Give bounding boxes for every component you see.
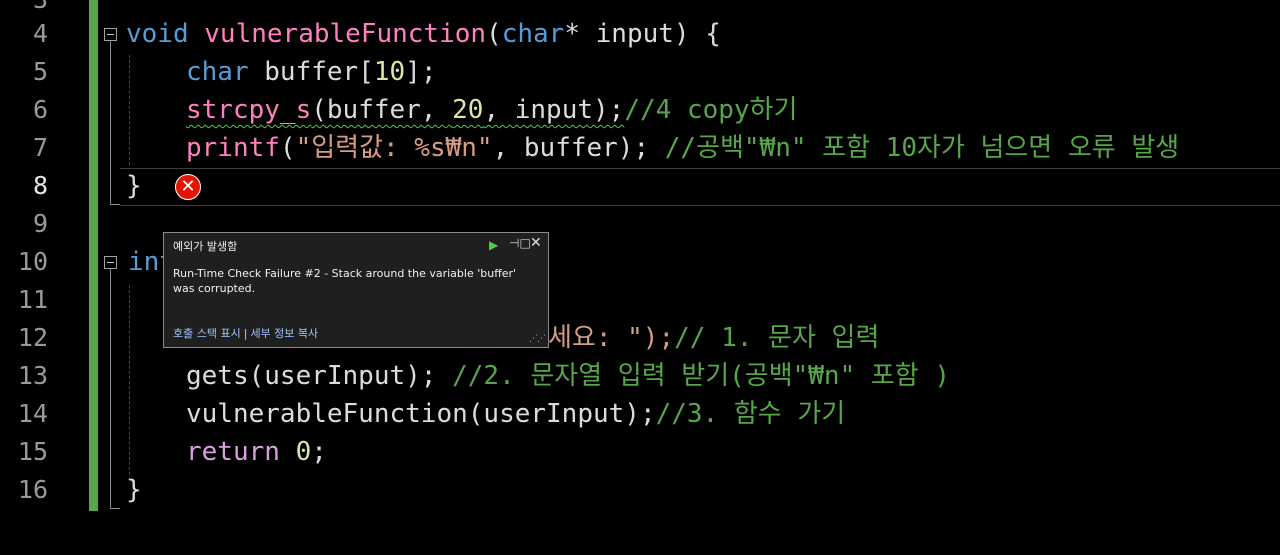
- code-line-6: strcpy_s(buffer, 20, input);//4 copy하기: [186, 91, 797, 129]
- code-line-8: }: [126, 167, 142, 205]
- resize-grip-icon[interactable]: ⋰⋰: [529, 334, 546, 344]
- line-number: 14: [17, 399, 48, 428]
- comment: //4 copy하기: [624, 95, 798, 125]
- fold-line: [110, 269, 111, 509]
- code-line-4: void vulnerableFunction(char* input) {: [126, 15, 721, 53]
- exception-title: 예외가 발생함: [173, 240, 238, 253]
- line-number: 9: [32, 209, 48, 238]
- type: char: [186, 57, 249, 87]
- line-number: 5: [32, 57, 48, 86]
- code-text: , buffer);: [492, 133, 665, 163]
- code-line-7: printf("입력값: %s₩n", buffer); //공백"₩n" 포함…: [186, 129, 1179, 167]
- param: input: [579, 19, 674, 49]
- code-line-15: return 0;: [186, 433, 327, 471]
- string-literal: "입력값: %s₩n": [295, 133, 493, 163]
- code-text: vulnerableFunction(userInput);: [186, 399, 656, 429]
- line-number: 7: [32, 133, 48, 162]
- code-line-16: }: [126, 471, 142, 509]
- closing-brace: }: [126, 475, 142, 505]
- number: 0: [295, 437, 312, 467]
- code-text: ;: [311, 437, 327, 467]
- string-literal: 세요: ");: [548, 323, 675, 353]
- indent-guide: [129, 55, 130, 165]
- punct: ) {: [673, 19, 721, 49]
- line-number: 12: [17, 323, 48, 352]
- function-name: vulnerableFunction: [204, 19, 487, 49]
- function-name: strcpy_s: [186, 95, 312, 125]
- pin-icon[interactable]: ⊣□: [509, 236, 531, 250]
- collapse-icon[interactable]: [104, 28, 117, 41]
- play-icon[interactable]: ▶: [489, 238, 498, 252]
- warning-squiggle[interactable]: strcpy_s(buffer, 20, input);: [186, 95, 624, 125]
- fold-line-end: [110, 204, 120, 205]
- show-call-stack-link[interactable]: 호출 스택 표시: [173, 327, 241, 340]
- code-text: ];: [405, 57, 437, 87]
- number: 10: [373, 57, 406, 87]
- comment: //2. 문자열 입력 받기(공백"₩n" 포함 ): [452, 361, 951, 391]
- code-line-14: vulnerableFunction(userInput);//3. 함수 가기: [186, 395, 845, 433]
- code-editor[interactable]: 3 4 5 6 7 8 9 10 11 12 13 14 15 16 void …: [0, 0, 1280, 555]
- line-number: 15: [17, 437, 48, 466]
- code-text: (buffer,: [311, 95, 453, 125]
- code-line-5: char buffer[10];: [186, 53, 436, 91]
- line-number: 6: [32, 95, 48, 124]
- collapse-icon[interactable]: [104, 256, 117, 269]
- code-line-12: 세요: ");// 1. 문자 입력: [548, 319, 879, 357]
- link-separator: |: [243, 327, 248, 340]
- keyword: return: [186, 437, 280, 467]
- change-bar: [89, 0, 98, 511]
- current-line-highlight: [120, 168, 1280, 206]
- line-number-current: 8: [32, 171, 48, 200]
- code-line-13: gets(userInput); //2. 문자열 입력 받기(공백"₩n" 포…: [186, 357, 950, 395]
- function-name: printf: [186, 133, 280, 163]
- type: char: [501, 19, 565, 49]
- exception-links: 호출 스택 표시 | 세부 정보 복사: [173, 325, 318, 341]
- code-text: buffer[: [248, 57, 374, 87]
- comment: //3. 함수 가기: [655, 399, 846, 429]
- fold-line: [110, 41, 111, 205]
- copy-details-link[interactable]: 세부 정보 복사: [250, 327, 318, 340]
- code-text: , input);: [483, 95, 625, 125]
- comment: // 1. 문자 입력: [674, 323, 880, 353]
- line-number: 16: [17, 475, 48, 504]
- exception-popup: 예외가 발생함 ▶ ⊣□ ✕ Run-Time Check Failure #2…: [163, 232, 549, 348]
- line-number: 10: [17, 247, 48, 276]
- line-number: 4: [32, 19, 48, 48]
- line-number: 13: [17, 361, 48, 390]
- indent-guide: [129, 285, 130, 475]
- punct: (: [279, 133, 296, 163]
- number: 20: [452, 95, 484, 125]
- error-icon[interactable]: ✕: [175, 174, 201, 200]
- punct: *: [564, 19, 580, 49]
- punct: (: [486, 19, 502, 49]
- exception-message: Run-Time Check Failure #2 - Stack around…: [173, 267, 517, 295]
- keyword: void: [126, 19, 189, 49]
- comment: //공백"₩n" 포함 10자가 넘으면 오류 발생: [664, 133, 1180, 163]
- close-icon[interactable]: ✕: [530, 235, 542, 251]
- fold-line-end: [110, 508, 120, 509]
- code-text: gets(userInput);: [186, 361, 453, 391]
- line-number: 11: [17, 285, 48, 314]
- closing-brace: }: [126, 171, 142, 201]
